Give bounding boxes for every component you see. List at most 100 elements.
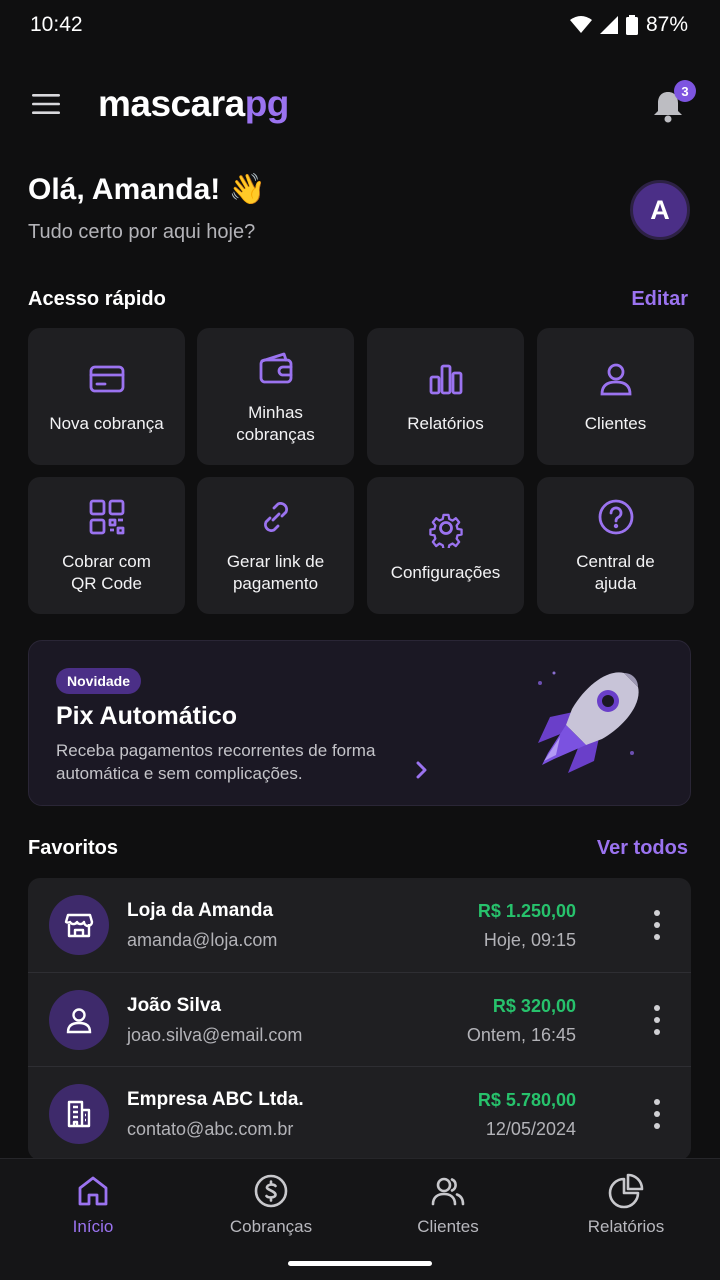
tile-central-ajuda[interactable]: Central de ajuda <box>537 477 694 614</box>
tile-label: Minhas cobranças <box>236 402 315 444</box>
qr-code-icon <box>89 499 124 534</box>
more-dot <box>654 1005 660 1011</box>
more-dot <box>654 1099 660 1105</box>
favorite-amount: R$ 1.250,00 <box>477 901 576 921</box>
more-options-button[interactable] <box>645 908 669 942</box>
building-icon <box>67 1100 91 1128</box>
greeting: Olá, Amanda! 👋 Tudo certo por aqui hoje? <box>28 172 266 244</box>
nav-inicio[interactable]: Início <box>13 1173 173 1237</box>
more-dot <box>654 922 660 928</box>
status-time: 10:42 <box>30 13 83 36</box>
chevron-right-icon <box>416 761 427 779</box>
more-options-button[interactable] <box>645 1003 669 1037</box>
favorite-amount: R$ 320,00 <box>492 996 576 1016</box>
wifi-icon <box>569 16 592 33</box>
link-icon <box>263 501 288 532</box>
nav-label: Início <box>72 1217 114 1236</box>
list-item[interactable]: João Silva joao.silva@email.com R$ 320,0… <box>28 972 691 1066</box>
tile-relatorios[interactable]: Relatórios <box>367 328 524 465</box>
tile-link-pagamento[interactable]: Gerar link de pagamento <box>197 477 354 614</box>
user-avatar-small <box>49 990 109 1050</box>
more-dot <box>654 1123 660 1129</box>
favorite-email: joao.silva@email.com <box>127 1025 303 1045</box>
home-icon <box>78 1176 108 1206</box>
card-icon <box>89 365 124 392</box>
signal-icon <box>599 16 618 34</box>
home-indicator[interactable] <box>288 1261 432 1266</box>
favorite-date: 12/05/2024 <box>485 1119 576 1139</box>
wallet-icon <box>259 352 292 383</box>
user-icon <box>600 363 631 395</box>
list-item[interactable]: Loja da Amanda amanda@loja.com R$ 1.250,… <box>28 878 691 972</box>
quick-access-header: Acesso rápido Editar <box>28 288 688 311</box>
greeting-subtitle: Tudo certo por aqui hoje? <box>28 221 256 243</box>
status-bar: 10:42 87% <box>0 0 720 50</box>
more-dot <box>654 910 660 916</box>
tile-qr-code[interactable]: Cobrar com QR Code <box>28 477 185 614</box>
pie-chart-icon <box>608 1173 644 1209</box>
tile-nova-cobranca[interactable]: Nova cobrança <box>28 328 185 465</box>
tile-label: Configurações <box>390 562 501 582</box>
favorites-title: Favoritos <box>28 837 119 859</box>
tile-minhas-cobrancas[interactable]: Minhas cobranças <box>197 328 354 465</box>
nav-label: Clientes <box>417 1217 479 1236</box>
more-dot <box>654 1029 660 1035</box>
favorite-name: Loja da Amanda <box>127 900 274 921</box>
more-dot <box>654 1017 660 1023</box>
menu-button[interactable] <box>28 86 64 122</box>
favorites-header: Favoritos Ver todos <box>28 837 688 860</box>
favorite-name: João Silva <box>127 995 221 1016</box>
nav-cobrancas[interactable]: Cobranças <box>191 1173 351 1237</box>
more-options-button[interactable] <box>645 1097 669 1131</box>
help-icon <box>598 499 633 534</box>
store-icon <box>64 913 94 938</box>
tile-label: Central de ajuda <box>576 551 655 593</box>
tile-label: Nova cobrança <box>49 413 164 433</box>
promo-title: Pix Automático <box>56 702 238 730</box>
app-bar: mascarapg 3 <box>0 72 720 136</box>
users-icon <box>431 1177 465 1206</box>
notification-badge: 3 <box>674 80 696 102</box>
more-dot <box>654 934 660 940</box>
favorite-name: Empresa ABC Ltda. <box>127 1089 304 1110</box>
favorite-amount: R$ 5.780,00 <box>477 1090 576 1110</box>
user-icon <box>66 1008 92 1034</box>
more-dot <box>654 1111 660 1117</box>
promo-banner[interactable]: Novidade Pix Automático Receba pagamento… <box>28 640 691 806</box>
status-icons: 87% <box>569 13 688 37</box>
favorite-date: Ontem, 16:45 <box>466 1025 576 1045</box>
greeting-title: Olá, Amanda! 👋 <box>28 173 266 206</box>
see-all-link[interactable]: Ver todos <box>597 837 688 860</box>
nav-label: Relatórios <box>587 1217 665 1236</box>
app-logo: mascarapg <box>98 83 289 124</box>
notifications-button[interactable]: 3 <box>648 80 696 126</box>
favorite-date: Hoje, 09:15 <box>483 930 576 950</box>
nav-relatorios[interactable]: Relatórios <box>546 1173 706 1237</box>
favorite-email: contato@abc.com.br <box>127 1119 294 1139</box>
list-item[interactable]: Empresa ABC Ltda. contato@abc.com.br R$ … <box>28 1066 691 1160</box>
tile-clientes[interactable]: Clientes <box>537 328 694 465</box>
quick-access-title: Acesso rápido <box>28 288 166 310</box>
favorite-email: amanda@loja.com <box>127 930 278 950</box>
dollar-icon <box>254 1174 288 1208</box>
tile-label: Relatórios <box>407 413 484 433</box>
tile-label: Cobrar com QR Code <box>62 551 151 593</box>
promo-text: Receba pagamentos recorrentes de forma a… <box>56 741 376 783</box>
gear-icon <box>428 513 463 548</box>
nav-clientes[interactable]: Clientes <box>368 1173 528 1237</box>
tile-label: Gerar link de pagamento <box>226 551 325 593</box>
store-avatar <box>49 895 109 955</box>
tile-label: Clientes <box>584 413 647 433</box>
battery-level: 87% <box>645 13 688 36</box>
promo-badge: Novidade <box>56 668 142 694</box>
rocket-illustration <box>538 671 639 773</box>
building-avatar <box>49 1084 109 1144</box>
tile-configuracoes[interactable]: Configurações <box>367 477 524 614</box>
bar-chart-icon <box>429 364 462 394</box>
user-avatar[interactable]: A <box>630 180 690 240</box>
battery-icon <box>625 15 638 35</box>
hamburger-icon <box>32 94 60 114</box>
favorites-list: Loja da Amanda amanda@loja.com R$ 1.250,… <box>28 878 691 1160</box>
nav-label: Cobranças <box>229 1217 313 1236</box>
edit-link[interactable]: Editar <box>631 288 688 311</box>
